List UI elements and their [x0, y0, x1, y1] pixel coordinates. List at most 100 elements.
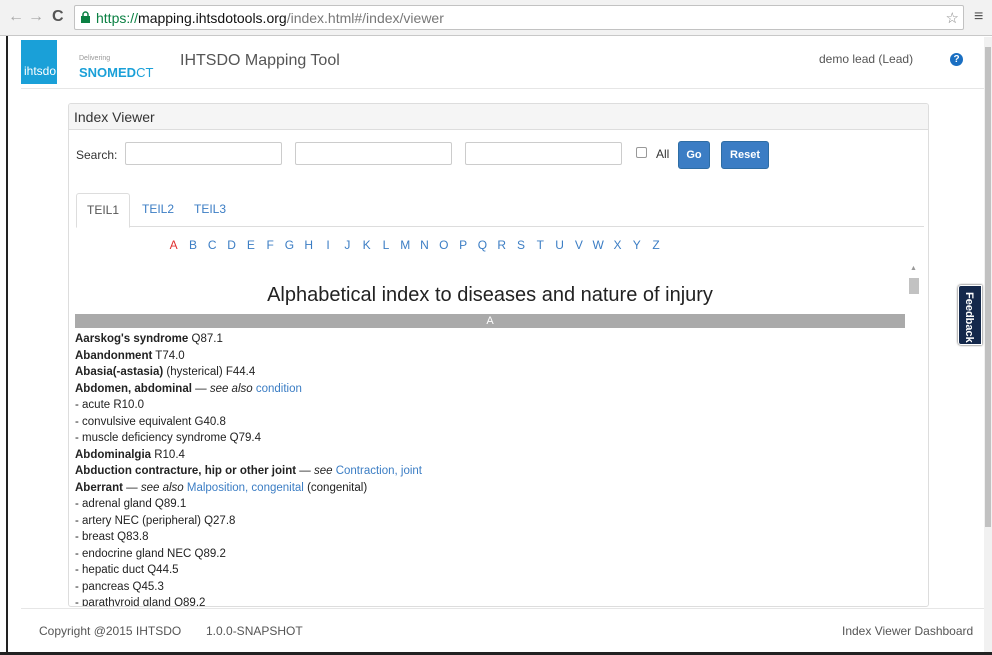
entry-text: - parathyroid gland Q89.2: [75, 597, 206, 607]
letter-w[interactable]: W: [589, 238, 608, 252]
url-scheme: https://: [96, 10, 139, 26]
teil-tabs: TEIL1 TEIL2 TEIL3: [76, 193, 924, 228]
logo-text: ihtsdo: [24, 64, 57, 78]
letter-d[interactable]: D: [222, 238, 241, 252]
index-entry: - convulsive equivalent G40.8: [75, 414, 905, 431]
letter-c[interactable]: C: [203, 238, 222, 252]
index-entry: Abduction contracture, hip or other join…: [75, 463, 905, 480]
forward-icon[interactable]: →: [28, 9, 44, 25]
index-entry: - hepatic duct Q44.5: [75, 562, 905, 579]
letter-n[interactable]: N: [415, 238, 434, 252]
index-entry: - endocrine gland NEC Q89.2: [75, 546, 905, 563]
letter-z[interactable]: Z: [646, 238, 665, 252]
letter-p[interactable]: P: [453, 238, 472, 252]
user-menu[interactable]: demo lead (Lead): [819, 52, 913, 66]
letter-j[interactable]: J: [338, 238, 357, 252]
index-entry: - adrenal gland Q89.1: [75, 496, 905, 513]
letter-e[interactable]: E: [241, 238, 260, 252]
letter-y[interactable]: Y: [627, 238, 646, 252]
letter-a[interactable]: A: [164, 238, 183, 252]
letter-r[interactable]: R: [492, 238, 511, 252]
letter-v[interactable]: V: [569, 238, 588, 252]
search-input-2[interactable]: [295, 142, 452, 165]
reset-button[interactable]: Reset: [721, 141, 769, 169]
entry-dash: —: [122, 481, 141, 494]
address-bar[interactable]: https://mapping.ihtsdotools.org/index.ht…: [74, 5, 964, 30]
letter-q[interactable]: Q: [473, 238, 492, 252]
index-entries: Aarskog's syndrome Q87.1 Abandonment T74.…: [75, 331, 905, 607]
entry-term: Abandonment: [75, 349, 153, 362]
index-entry: Abdomen, abdominal — see also condition: [75, 381, 905, 398]
copyright-text: Copyright @2015 IHTSDO: [39, 624, 182, 638]
index-entry: - parathyroid gland Q89.2: [75, 595, 905, 607]
entry-text: - convulsive equivalent G40.8: [75, 415, 226, 428]
entry-cross-ref-link[interactable]: Contraction, joint: [336, 465, 422, 477]
entry-term: Aarskog's syndrome: [75, 333, 189, 345]
letter-f[interactable]: F: [260, 238, 279, 252]
lock-icon: [81, 11, 90, 23]
entry-text: - artery NEC (peripheral) Q27.8: [75, 514, 236, 527]
letter-t[interactable]: T: [531, 238, 550, 252]
content-scrollbar[interactable]: ▲: [907, 262, 921, 606]
all-checkbox[interactable]: [636, 147, 647, 158]
snomed-text: SNOMED: [79, 65, 137, 80]
letter-o[interactable]: O: [434, 238, 453, 252]
version-text: 1.0.0-SNAPSHOT: [206, 624, 303, 638]
letter-k[interactable]: K: [357, 238, 376, 252]
index-entry: - muscle deficiency syndrome Q79.4: [75, 430, 905, 447]
entry-qualifier: (congenital): [303, 481, 368, 494]
letter-u[interactable]: U: [550, 238, 569, 252]
search-input-1[interactable]: [125, 142, 282, 165]
app-header: ihtsdo Delivering SNOMEDCT IHTSDO Mappin…: [21, 37, 985, 89]
entry-code: T74.0: [152, 349, 185, 362]
letter-g[interactable]: G: [280, 238, 299, 252]
letter-i[interactable]: I: [318, 238, 337, 252]
letter-h[interactable]: H: [299, 238, 318, 252]
index-entry: Aarskog's syndrome Q87.1: [75, 331, 905, 348]
section-header: A: [75, 314, 905, 328]
scroll-up-icon[interactable]: ▲: [910, 265, 917, 272]
letter-m[interactable]: M: [396, 238, 415, 252]
url-path: /index.html#/index/viewer: [286, 10, 444, 26]
help-icon[interactable]: ?: [950, 53, 963, 66]
scroll-thumb[interactable]: [909, 278, 919, 294]
content-title: Alphabetical index to diseases and natur…: [267, 284, 713, 306]
entry-term: Abduction contracture, hip or other join…: [75, 465, 297, 477]
search-input-3[interactable]: [465, 142, 622, 165]
browser-menu-icon[interactable]: ≡: [974, 8, 983, 26]
snomed-logo: SNOMEDCT: [79, 65, 153, 80]
tab-teil1[interactable]: TEIL1: [76, 193, 131, 228]
page-scrollbar[interactable]: [984, 37, 992, 652]
letter-s[interactable]: S: [511, 238, 530, 252]
reload-icon[interactable]: C: [52, 9, 64, 25]
entry-text: - endocrine gland NEC Q89.2: [75, 547, 226, 560]
entry-cross-ref-link[interactable]: condition: [256, 383, 302, 395]
index-entry: Abdominalgia R10.4: [75, 447, 905, 464]
letter-x[interactable]: X: [608, 238, 627, 252]
letter-b[interactable]: B: [183, 238, 202, 252]
entry-cross-ref-link[interactable]: Malposition, congenital: [187, 482, 304, 494]
ct-text: CT: [136, 65, 154, 80]
entry-text: - pancreas Q45.3: [75, 580, 164, 593]
tab-teil2[interactable]: TEIL2: [132, 193, 184, 227]
ihtsdo-logo[interactable]: ihtsdo: [21, 40, 57, 84]
dashboard-link[interactable]: Index Viewer Dashboard: [842, 624, 973, 638]
index-entry: - artery NEC (peripheral) Q27.8: [75, 513, 905, 530]
entry-text: - muscle deficiency syndrome Q79.4: [75, 432, 261, 444]
panel-heading: Index Viewer: [69, 104, 928, 130]
tab-teil3[interactable]: TEIL3: [184, 193, 236, 227]
entry-term: Aberrant: [75, 481, 123, 494]
window-frame-left: [0, 36, 8, 655]
entry-text: - acute R10.0: [75, 399, 145, 411]
back-icon[interactable]: ←: [8, 9, 24, 25]
index-entry: Abandonment T74.0: [75, 348, 905, 365]
browser-toolbar: ← → C https://mapping.ihtsdotools.org/in…: [0, 0, 992, 36]
go-button[interactable]: Go: [678, 141, 710, 169]
page-scroll-thumb[interactable]: [985, 47, 991, 527]
feedback-button[interactable]: Feedback: [958, 285, 982, 345]
letter-l[interactable]: L: [376, 238, 395, 252]
index-entry: - breast Q83.8: [75, 529, 905, 546]
bookmark-star-icon[interactable]: ☆: [946, 9, 959, 27]
url-host: mapping.ihtsdotools.org: [138, 10, 287, 26]
entry-dash: —: [296, 465, 314, 477]
